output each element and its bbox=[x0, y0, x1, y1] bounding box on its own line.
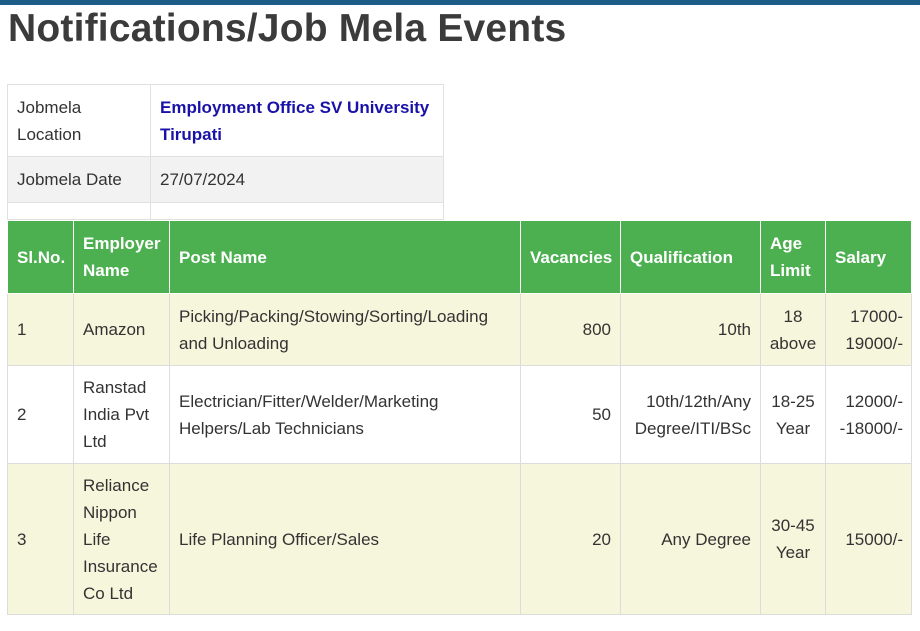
cell-post: Electrician/Fitter/Welder/Marketing Help… bbox=[169, 365, 521, 464]
cell-age: 18 above bbox=[760, 293, 826, 366]
info-row-empty bbox=[7, 202, 444, 220]
location-value: Employment Office SV University Tirupati bbox=[150, 84, 444, 157]
table-row: 1 Amazon Picking/Packing/Stowing/Sorting… bbox=[7, 293, 912, 366]
cell-post: Picking/Packing/Stowing/Sorting/Loading … bbox=[169, 293, 521, 366]
cell-slno: 2 bbox=[7, 365, 74, 464]
cell-age: 30-45 Year bbox=[760, 463, 826, 615]
header-post: Post Name bbox=[169, 220, 521, 294]
cell-vacancies: 50 bbox=[520, 365, 621, 464]
job-listings-table: Sl.No. Employer Name Post Name Vacancies… bbox=[7, 220, 912, 615]
cell-salary: 17000-19000/- bbox=[825, 293, 912, 366]
date-value: 27/07/2024 bbox=[150, 156, 444, 203]
cell-qualification: 10th bbox=[620, 293, 761, 366]
cell-age: 18-25 Year bbox=[760, 365, 826, 464]
table-row: 2 Ranstad India Pvt Ltd Electrician/Fitt… bbox=[7, 365, 912, 464]
info-row-date: Jobmela Date 27/07/2024 bbox=[7, 156, 444, 203]
empty-cell bbox=[7, 202, 151, 220]
date-label: Jobmela Date bbox=[7, 156, 151, 203]
header-qualification: Qualification bbox=[620, 220, 761, 294]
cell-salary: 15000/- bbox=[825, 463, 912, 615]
cell-qualification: Any Degree bbox=[620, 463, 761, 615]
jobmela-info-table: Jobmela Location Employment Office SV Un… bbox=[7, 84, 444, 220]
header-vacancies: Vacancies bbox=[520, 220, 621, 294]
cell-employer: Amazon bbox=[73, 293, 170, 366]
header-salary: Salary bbox=[825, 220, 912, 294]
cell-post: Life Planning Officer/Sales bbox=[169, 463, 521, 615]
cell-employer: Reliance Nippon Life Insurance Co Ltd bbox=[73, 463, 170, 615]
page-title: Notifications/Job Mela Events bbox=[8, 7, 567, 50]
header-age: Age Limit bbox=[760, 220, 826, 294]
info-row-location: Jobmela Location Employment Office SV Un… bbox=[7, 84, 444, 157]
header-employer: Employer Name bbox=[73, 220, 170, 294]
cell-vacancies: 800 bbox=[520, 293, 621, 366]
table-header-row: Sl.No. Employer Name Post Name Vacancies… bbox=[7, 220, 912, 294]
location-label: Jobmela Location bbox=[7, 84, 151, 157]
cell-employer: Ranstad India Pvt Ltd bbox=[73, 365, 170, 464]
cell-qualification: 10th/12th/Any Degree/ITI/BSc bbox=[620, 365, 761, 464]
cell-salary: 12000/--18000/- bbox=[825, 365, 912, 464]
cell-slno: 3 bbox=[7, 463, 74, 615]
empty-cell bbox=[150, 202, 444, 220]
cell-vacancies: 20 bbox=[520, 463, 621, 615]
cell-slno: 1 bbox=[7, 293, 74, 366]
table-row: 3 Reliance Nippon Life Insurance Co Ltd … bbox=[7, 463, 912, 615]
header-slno: Sl.No. bbox=[7, 220, 74, 294]
top-accent-bar bbox=[0, 0, 920, 5]
